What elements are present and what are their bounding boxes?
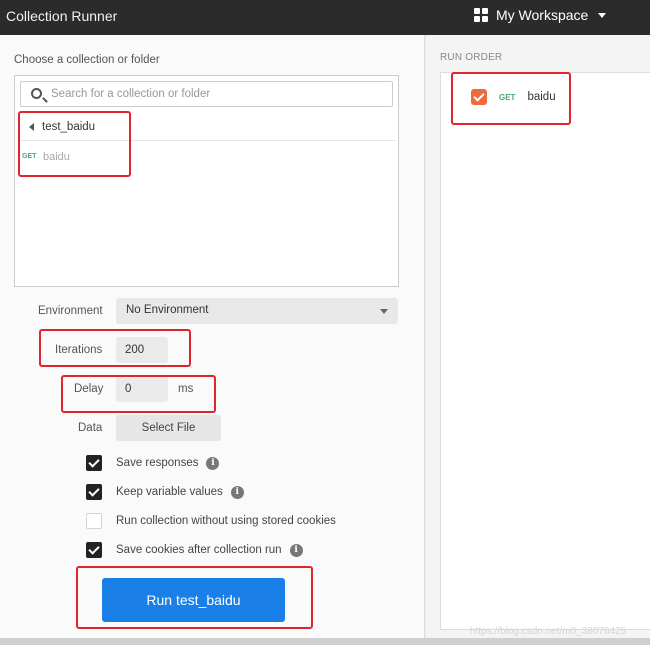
watermark: https://blog.csdn.net/m0_38076425 bbox=[470, 626, 627, 637]
run-order-item[interactable]: GET baidu bbox=[471, 89, 556, 105]
delay-label: Delay bbox=[74, 383, 104, 395]
delay-input[interactable] bbox=[116, 376, 168, 402]
search-icon bbox=[31, 88, 42, 99]
keep-variable-values-checkbox[interactable] bbox=[86, 484, 102, 500]
select-file-button[interactable]: Select File bbox=[116, 415, 221, 441]
chevron-left-icon[interactable] bbox=[29, 123, 34, 131]
save-responses-label: Save responses bbox=[116, 457, 199, 469]
run-order-item-name: baidu bbox=[527, 91, 556, 103]
info-icon[interactable]: i bbox=[206, 456, 220, 470]
save-responses-option[interactable]: Save responses i bbox=[86, 455, 220, 471]
bottom-strip bbox=[0, 638, 650, 645]
collection-name: test_baidu bbox=[42, 121, 96, 133]
collection-browser: test_baidu GET baidu bbox=[14, 75, 399, 287]
save-cookies-option[interactable]: Save cookies after collection run i bbox=[86, 542, 303, 558]
environment-select[interactable]: No Environment bbox=[116, 298, 398, 324]
chevron-down-icon bbox=[380, 309, 388, 314]
workspace-label: My Workspace bbox=[496, 7, 589, 23]
choose-collection-heading: Choose a collection or folder bbox=[14, 54, 160, 66]
save-cookies-label: Save cookies after collection run bbox=[116, 544, 282, 556]
request-method: GET bbox=[22, 153, 37, 160]
environment-label: Environment bbox=[38, 305, 103, 317]
delay-unit: ms bbox=[178, 383, 194, 395]
run-collection-button[interactable]: Run test_baidu bbox=[102, 578, 285, 622]
info-icon[interactable]: i bbox=[289, 543, 303, 557]
info-icon[interactable]: i bbox=[230, 485, 244, 499]
no-stored-cookies-label: Run collection without using stored cook… bbox=[116, 515, 336, 527]
keep-variable-values-label: Keep variable values bbox=[116, 486, 223, 498]
grid-icon bbox=[474, 8, 488, 22]
run-order-item-method: GET bbox=[499, 92, 516, 102]
keep-variable-values-option[interactable]: Keep variable values i bbox=[86, 484, 244, 500]
run-order-item-checkbox[interactable] bbox=[471, 89, 487, 105]
search-input[interactable] bbox=[51, 86, 381, 102]
data-label: Data bbox=[78, 422, 103, 434]
iterations-input[interactable] bbox=[116, 337, 168, 363]
save-responses-checkbox[interactable] bbox=[86, 455, 102, 471]
save-cookies-checkbox[interactable] bbox=[86, 542, 102, 558]
app-title: Collection Runner bbox=[6, 8, 118, 24]
title-bar: Collection Runner My Workspace bbox=[0, 0, 650, 35]
request-row[interactable]: GET baidu bbox=[20, 148, 395, 168]
iterations-label: Iterations bbox=[55, 344, 103, 356]
run-order-list: GET baidu bbox=[440, 72, 650, 630]
collection-search[interactable] bbox=[20, 81, 393, 107]
no-stored-cookies-checkbox[interactable] bbox=[86, 513, 102, 529]
chevron-down-icon bbox=[598, 12, 607, 18]
workspace-switcher[interactable]: My Workspace bbox=[474, 7, 607, 23]
run-order-panel: RUN ORDER GET baidu bbox=[426, 35, 650, 638]
collection-row[interactable]: test_baidu bbox=[20, 113, 395, 141]
no-stored-cookies-option[interactable]: Run collection without using stored cook… bbox=[86, 513, 336, 529]
run-order-title: RUN ORDER bbox=[440, 52, 503, 63]
request-name: baidu bbox=[43, 151, 70, 163]
runner-config-panel: Choose a collection or folder test_baidu… bbox=[0, 35, 425, 638]
environment-value: No Environment bbox=[126, 304, 209, 316]
